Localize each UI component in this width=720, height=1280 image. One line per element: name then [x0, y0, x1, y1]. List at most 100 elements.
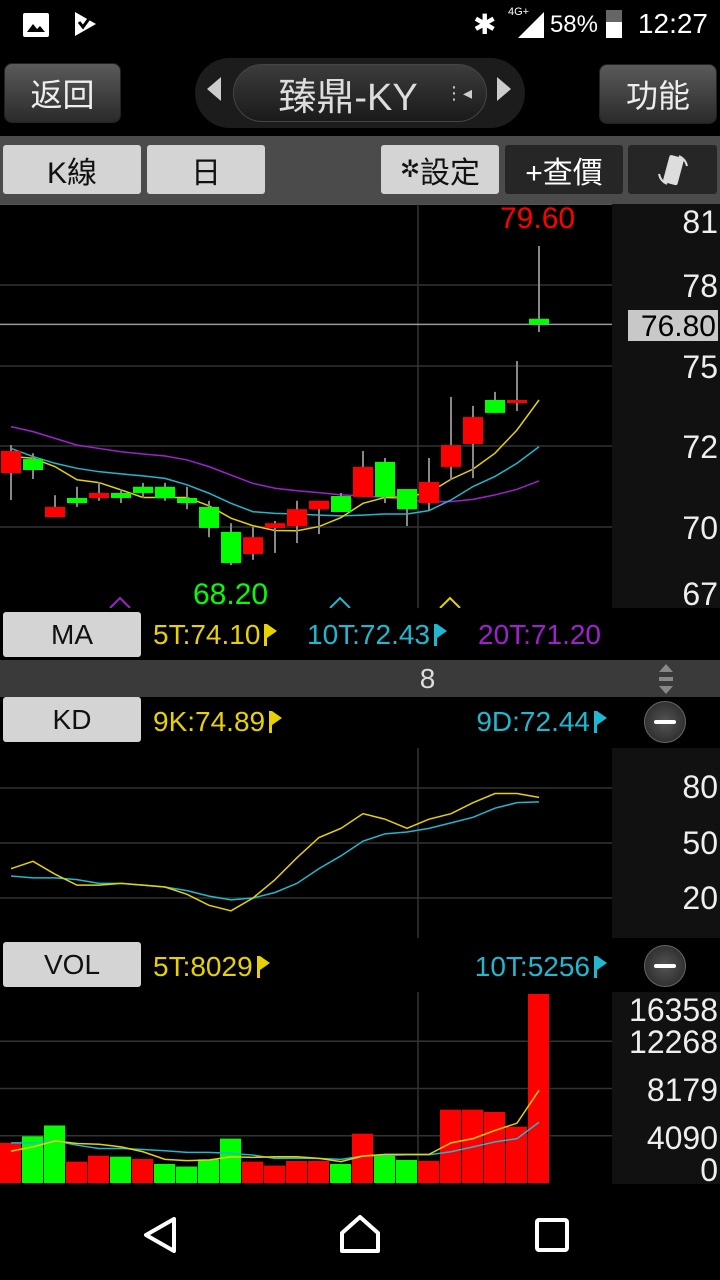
resize-handle-icon[interactable]: [655, 662, 677, 696]
candle-body: [155, 486, 175, 498]
flag-icon: [594, 956, 607, 978]
check-flag-icon: [75, 12, 96, 36]
candlestick-chart[interactable]: [0, 204, 612, 608]
candle-body: [45, 506, 65, 518]
back-button[interactable]: 返回: [4, 63, 121, 123]
candle-body: [309, 500, 329, 510]
battery-icon: [606, 10, 622, 38]
volume-bar: [396, 1159, 417, 1183]
signal-marker-icon: [439, 596, 461, 608]
candle-body: [1, 450, 21, 474]
candle-body: [243, 537, 263, 554]
settings-label: 設定: [420, 156, 481, 190]
settings-button[interactable]: ✲ 設定: [381, 145, 499, 194]
quote-button[interactable]: +查價: [505, 145, 623, 194]
volume-bar: [528, 994, 549, 1183]
volume-bar: [418, 1160, 439, 1183]
stock-title[interactable]: 臻鼎-KY ⋮◂: [233, 64, 487, 122]
candle-body: [485, 400, 505, 413]
remove-vol-button[interactable]: [644, 945, 686, 987]
prev-stock-arrow-icon[interactable]: [207, 77, 221, 101]
ma-button[interactable]: MA: [3, 612, 141, 657]
remove-kd-button[interactable]: [644, 701, 686, 743]
volume-bar: [110, 1156, 131, 1183]
back-nav-icon[interactable]: [140, 1215, 180, 1255]
vol-tick: 12268: [629, 1024, 718, 1060]
kd-tick: 20: [682, 880, 718, 916]
candle-body: [353, 466, 373, 497]
gear-icon: ✲: [399, 156, 421, 183]
volume-bar: [264, 1165, 285, 1183]
stock-name: 臻鼎-KY: [278, 76, 418, 119]
candle-body: [23, 459, 43, 470]
ma5-value: 5T:74.10: [153, 619, 278, 651]
price-tick: 78: [682, 268, 718, 304]
signal-marker-icon: [329, 596, 351, 608]
candle-body: [529, 318, 549, 325]
recents-icon[interactable]: [534, 1217, 570, 1253]
volume-bar: [484, 1112, 505, 1183]
volume-bar: [176, 1166, 197, 1183]
candle-body: [397, 489, 417, 510]
flag-icon: [264, 624, 278, 646]
volume-bar: [0, 1142, 21, 1183]
flag-icon: [256, 956, 270, 978]
volume-bar: [154, 1163, 175, 1183]
vol-ma5-label: 5T:8029: [153, 951, 253, 982]
candle-body: [89, 492, 109, 498]
kd-button[interactable]: KD: [3, 697, 141, 742]
clock: 12:27: [637, 8, 708, 39]
candle-body: [199, 506, 219, 528]
signal-icon: [518, 12, 544, 38]
volume-bar: [506, 1126, 527, 1183]
panel-divider[interactable]: 8: [0, 660, 720, 697]
vol-ma10-value: 10T:5256: [474, 951, 607, 983]
flag-icon: [434, 624, 447, 646]
candle-body: [133, 486, 153, 493]
rotate-screen-button[interactable]: [628, 145, 717, 194]
period-button[interactable]: 日: [147, 145, 265, 194]
volume-bar: [330, 1163, 351, 1183]
k-value: 9K:74.89: [153, 706, 283, 738]
kd-chart[interactable]: [0, 748, 612, 938]
candle-body: [111, 492, 131, 498]
price-tick: 70: [682, 510, 718, 546]
candle-body: [331, 496, 351, 512]
volume-bar: [374, 1155, 395, 1183]
volume-bar: [242, 1161, 263, 1183]
kd-tick: 80: [682, 769, 718, 805]
ma10-label: 10T:72.43: [307, 619, 430, 650]
navigation-bar: [0, 1185, 720, 1280]
price-axis: 81 78 75 72 70 67 76.80: [612, 204, 720, 612]
candle-body: [67, 498, 87, 504]
volume-bar: [286, 1160, 307, 1183]
home-icon[interactable]: [338, 1213, 382, 1255]
candle-body: [375, 461, 395, 497]
price-tick: 81: [682, 204, 718, 240]
flag-icon: [594, 711, 607, 733]
vol-tick: 0: [700, 1152, 718, 1188]
bluetooth-icon: ✱: [473, 9, 497, 40]
signal-marker-icon: [109, 596, 131, 608]
gallery-icon: [23, 13, 49, 37]
candle-body: [221, 531, 241, 563]
volume-axis: 16358 12268 8179 4090 0: [612, 992, 720, 1188]
price-tick: 72: [682, 429, 718, 465]
chart-type-button[interactable]: K線: [3, 145, 141, 194]
chart-toolbar: K線 日 ✲ 設定 +查價: [0, 136, 720, 204]
k-label: 9K:74.89: [153, 706, 266, 737]
volume-chart[interactable]: [0, 992, 612, 1184]
low-price-label: 68.20: [193, 578, 269, 611]
stock-selector: 臻鼎-KY ⋮◂: [195, 58, 525, 128]
vol-button[interactable]: VOL: [3, 942, 141, 987]
vol-ma5-value: 5T:8029: [153, 951, 270, 983]
function-button[interactable]: 功能: [599, 64, 717, 124]
battery-percent: 58%: [549, 11, 598, 38]
vol-ma10-label: 10T:5256: [474, 951, 590, 982]
ma20-value: 20T:71.20: [478, 619, 612, 651]
divider-value: 8: [419, 663, 436, 694]
stock-menu-icon[interactable]: ⋮◂: [445, 83, 472, 104]
vol-legend-row: VOL 5T:8029 10T:5256: [0, 940, 720, 992]
next-stock-arrow-icon[interactable]: [497, 77, 511, 101]
rotate-icon: [657, 154, 688, 185]
